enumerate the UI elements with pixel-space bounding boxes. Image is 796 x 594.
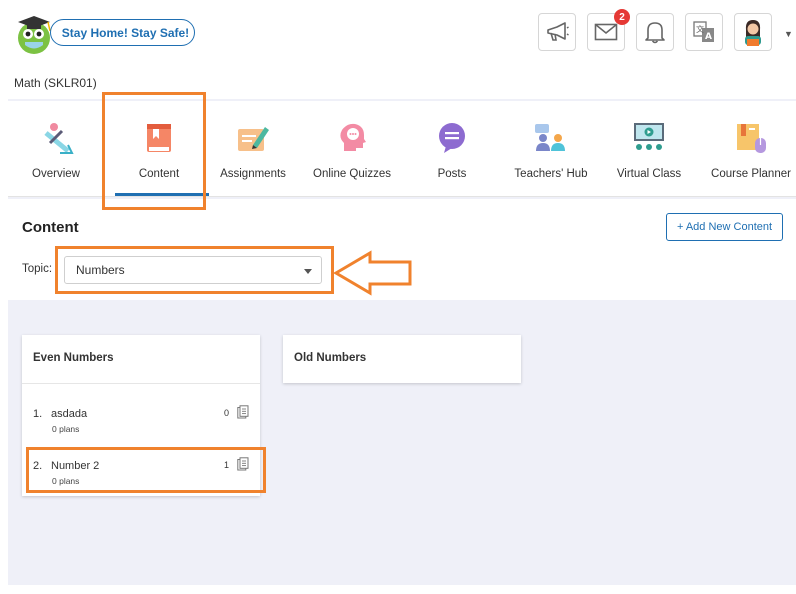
nav-tab-posts[interactable]: Posts bbox=[408, 101, 496, 197]
course-title: Math (SKLR01) bbox=[8, 68, 104, 97]
profile-dropdown-caret-icon[interactable]: ▼ bbox=[784, 29, 793, 39]
user-profile-button[interactable] bbox=[734, 13, 772, 51]
notifications-button[interactable] bbox=[636, 13, 674, 51]
nav-tab-label: Posts bbox=[437, 168, 467, 180]
item-count: 0 bbox=[224, 408, 230, 418]
nav-tab-online-quizzes[interactable]: Online Quizzes bbox=[308, 101, 396, 197]
nav-tab-teachers-hub[interactable]: Teachers' Hub bbox=[507, 101, 595, 197]
svg-text:A: A bbox=[705, 32, 712, 42]
topic-label: Topic: bbox=[22, 263, 53, 275]
annotation-highlight-content-tab bbox=[102, 92, 206, 210]
overview-icon bbox=[44, 123, 74, 154]
nav-tab-overview[interactable]: Overview bbox=[13, 101, 99, 197]
top-header: Stay Home! Stay Safe! 2 A 文 ▼ bbox=[0, 0, 796, 66]
nav-tab-course-planner[interactable]: Course Planner bbox=[708, 101, 794, 197]
chat-bubble-icon bbox=[439, 123, 465, 153]
card-divider bbox=[22, 383, 260, 384]
card-title[interactable]: Old Numbers bbox=[294, 352, 366, 364]
assignment-pen-icon bbox=[238, 127, 269, 151]
language-button[interactable]: A 文 bbox=[685, 13, 723, 51]
teachers-hub-icon bbox=[535, 124, 565, 151]
announcements-button[interactable] bbox=[538, 13, 576, 51]
messages-button[interactable]: 2 bbox=[587, 9, 630, 51]
megaphone-icon bbox=[547, 22, 569, 41]
nav-tab-virtual-class[interactable]: Virtual Class bbox=[606, 101, 692, 197]
nav-tab-label: Virtual Class bbox=[616, 168, 682, 180]
topic-card-old-numbers: Old Numbers bbox=[283, 335, 521, 383]
nav-tab-label: Overview bbox=[32, 168, 80, 180]
translate-icon: A 文 bbox=[693, 21, 714, 42]
page-title: Content bbox=[22, 219, 79, 236]
document-icon[interactable] bbox=[237, 405, 249, 419]
item-number: 1. bbox=[33, 408, 43, 420]
mail-count-badge: 2 bbox=[614, 9, 630, 25]
annotation-arrow-icon bbox=[333, 250, 412, 296]
annotation-highlight-number-2-item bbox=[26, 447, 266, 493]
nav-tab-assignments[interactable]: Assignments bbox=[210, 101, 296, 197]
nav-tab-label: Teachers' Hub bbox=[514, 168, 588, 180]
annotation-highlight-topic-dropdown bbox=[55, 246, 334, 294]
bell-icon bbox=[645, 22, 665, 44]
mail-icon bbox=[594, 23, 618, 41]
add-new-content-button[interactable]: + Add New Content bbox=[666, 213, 783, 241]
svg-text:文: 文 bbox=[696, 24, 704, 34]
virtual-class-icon bbox=[634, 123, 664, 150]
nav-tab-label: Online Quizzes bbox=[313, 168, 391, 180]
user-avatar bbox=[745, 20, 761, 46]
card-title[interactable]: Even Numbers bbox=[33, 352, 114, 364]
stay-safe-banner[interactable]: Stay Home! Stay Safe! bbox=[50, 19, 195, 46]
quiz-head-icon bbox=[340, 123, 366, 151]
item-plans: 0 plans bbox=[52, 424, 80, 434]
nav-tab-label: Assignments bbox=[220, 168, 286, 180]
list-item[interactable]: 1. asdada 0 plans 0 bbox=[33, 405, 253, 444]
item-name[interactable]: asdada bbox=[51, 408, 87, 420]
planner-icon bbox=[737, 124, 766, 153]
nav-tab-label: Course Planner bbox=[711, 168, 791, 180]
